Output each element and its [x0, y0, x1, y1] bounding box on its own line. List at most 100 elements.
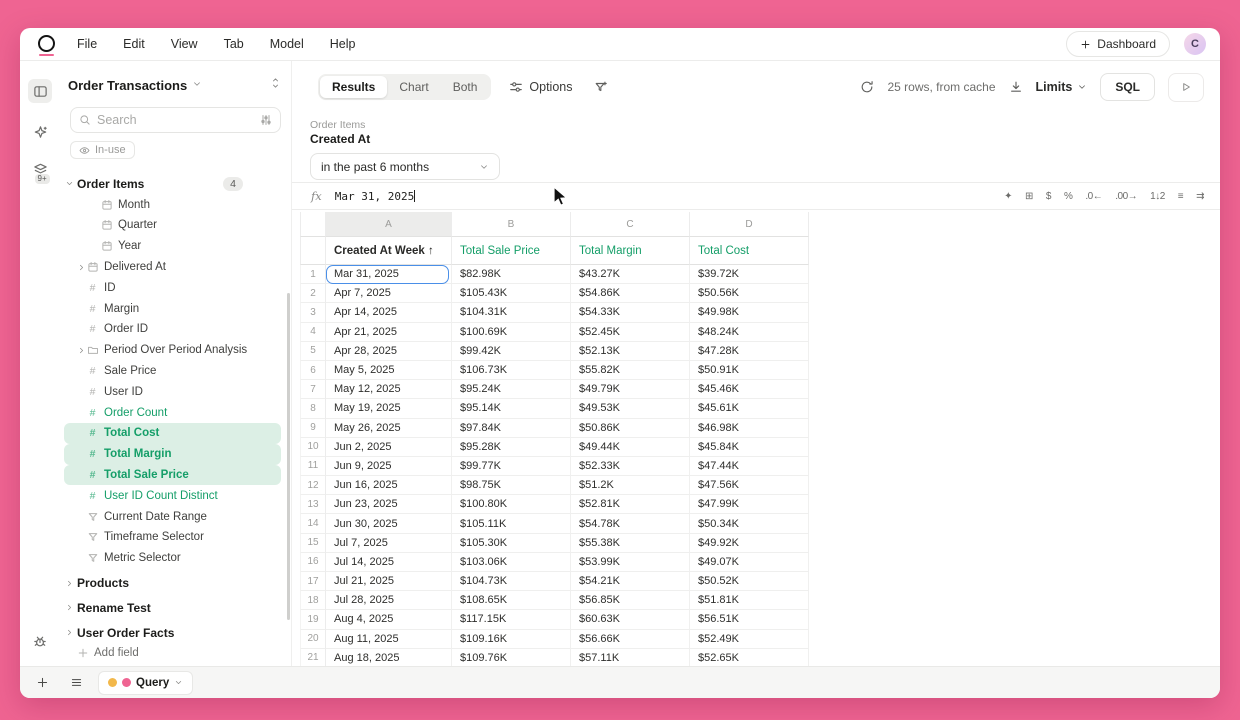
table-cell[interactable]: $45.46K	[690, 380, 809, 399]
table-cell[interactable]: $105.43K	[452, 284, 571, 303]
corner-cell[interactable]	[300, 212, 326, 237]
menu-item-tab[interactable]: Tab	[224, 37, 244, 51]
table-cell[interactable]: $95.14K	[452, 399, 571, 418]
table-cell[interactable]: $50.86K	[571, 419, 690, 438]
download-icon[interactable]	[1009, 80, 1023, 94]
table-cell[interactable]: Jun 30, 2025	[326, 514, 452, 533]
table-cell[interactable]: $109.16K	[452, 630, 571, 649]
row-number[interactable]: 6	[300, 361, 326, 380]
table-cell[interactable]: Jun 2, 2025	[326, 438, 452, 457]
column-letter-B[interactable]: B	[452, 212, 571, 237]
collapse-expand-icon[interactable]	[270, 76, 281, 95]
layers-icon[interactable]: 9+	[33, 162, 48, 177]
table-cell[interactable]: $47.28K	[690, 342, 809, 361]
topic-dropdown-icon[interactable]	[192, 76, 202, 94]
row-number[interactable]: 4	[300, 323, 326, 342]
table-cell[interactable]: Apr 14, 2025	[326, 303, 452, 322]
sidebar-field-order-id[interactable]: #Order ID	[64, 319, 281, 340]
table-cell[interactable]: $39.72K	[690, 265, 809, 284]
table-cell[interactable]: $117.15K	[452, 610, 571, 629]
table-cell[interactable]: $98.75K	[452, 476, 571, 495]
row-number[interactable]: 8	[300, 399, 326, 418]
table-cell[interactable]: $50.52K	[690, 572, 809, 591]
table-cell[interactable]: $49.53K	[571, 399, 690, 418]
chevron-right-icon[interactable]	[64, 603, 74, 612]
sidebar-field-current-date-range[interactable]: Current Date Range	[64, 506, 281, 527]
menu-item-model[interactable]: Model	[270, 37, 304, 51]
increase-decimal-icon[interactable]: .00→	[1115, 191, 1137, 202]
sidebar-field-total-margin[interactable]: #Total Margin	[64, 444, 281, 465]
table-cell[interactable]: $106.73K	[452, 361, 571, 380]
table-cell[interactable]: Jun 23, 2025	[326, 495, 452, 514]
row-number[interactable]: 1	[300, 265, 326, 284]
table-cell[interactable]: $52.13K	[571, 342, 690, 361]
row-number[interactable]: 5	[300, 342, 326, 361]
table-cell[interactable]: $100.80K	[452, 495, 571, 514]
table-cell[interactable]: $51.81K	[690, 591, 809, 610]
sidebar-field-delivered-at[interactable]: Delivered At	[64, 257, 281, 278]
table-cell[interactable]: $45.84K	[690, 438, 809, 457]
row-number[interactable]: 7	[300, 380, 326, 399]
table-cell[interactable]: Apr 21, 2025	[326, 323, 452, 342]
search-filter-icon[interactable]	[260, 114, 272, 126]
table-cell[interactable]: May 26, 2025	[326, 419, 452, 438]
table-cell[interactable]: $54.21K	[571, 572, 690, 591]
ai-assistant-icon[interactable]	[33, 125, 48, 140]
sidebar-field-period-over-period-analysis[interactable]: Period Over Period Analysis	[64, 340, 281, 361]
options-button[interactable]: Options	[509, 80, 572, 94]
percent-format-icon[interactable]: %	[1064, 191, 1072, 202]
sort-123-icon[interactable]: 1↓2	[1150, 191, 1165, 202]
filter-value-select[interactable]: in the past 6 months	[310, 153, 500, 180]
table-cell[interactable]: $47.99K	[690, 495, 809, 514]
tab-results[interactable]: Results	[320, 76, 387, 98]
sidebar-field-sale-price[interactable]: #Sale Price	[64, 361, 281, 382]
table-cell[interactable]: $97.84K	[452, 419, 571, 438]
formula-value[interactable]: Mar 31, 2025	[335, 190, 414, 203]
add-dashboard-button[interactable]: Dashboard	[1066, 31, 1170, 57]
row-number[interactable]: 17	[300, 572, 326, 591]
table-cell[interactable]: Apr 7, 2025	[326, 284, 452, 303]
ai-sparkle-icon[interactable]: ✦	[1004, 191, 1012, 202]
table-cell[interactable]: $55.38K	[571, 534, 690, 553]
table-cell[interactable]: $105.30K	[452, 534, 571, 553]
sidebar-group-order-items[interactable]: Order Items4	[64, 174, 281, 195]
row-number[interactable]: 15	[300, 534, 326, 553]
sql-button[interactable]: SQL	[1100, 73, 1155, 101]
menu-item-edit[interactable]: Edit	[123, 37, 145, 51]
sidebar-scrollbar[interactable]	[287, 293, 290, 620]
chevron-right-icon[interactable]	[76, 263, 86, 272]
table-cell[interactable]: Mar 31, 2025	[326, 265, 452, 284]
sidebar-field-total-sale-price[interactable]: #Total Sale Price	[64, 465, 281, 486]
table-cell[interactable]: $51.2K	[571, 476, 690, 495]
app-logo-icon[interactable]	[38, 35, 57, 54]
row-number[interactable]: 12	[300, 476, 326, 495]
table-cell[interactable]: Jul 28, 2025	[326, 591, 452, 610]
table-cell[interactable]: $54.78K	[571, 514, 690, 533]
sidebar-field-month[interactable]: Month	[64, 194, 281, 215]
run-query-button[interactable]	[1168, 73, 1204, 102]
user-avatar[interactable]: C	[1184, 33, 1206, 55]
row-number[interactable]: 13	[300, 495, 326, 514]
table-cell[interactable]: May 5, 2025	[326, 361, 452, 380]
table-cell[interactable]: $49.79K	[571, 380, 690, 399]
refresh-icon[interactable]	[860, 80, 874, 94]
row-number[interactable]: 2	[300, 284, 326, 303]
table-cell[interactable]: Jun 9, 2025	[326, 457, 452, 476]
table-cell[interactable]: $50.91K	[690, 361, 809, 380]
table-cell[interactable]: $52.33K	[571, 457, 690, 476]
table-cell[interactable]: Jul 7, 2025	[326, 534, 452, 553]
add-field-button[interactable]: Add field	[64, 643, 281, 664]
table-cell[interactable]: Apr 28, 2025	[326, 342, 452, 361]
wrap-text-icon[interactable]: ⇉	[1196, 191, 1204, 202]
table-cell[interactable]: Aug 11, 2025	[326, 630, 452, 649]
sidebar-field-metric-selector[interactable]: Metric Selector	[64, 548, 281, 569]
add-filter-icon[interactable]	[594, 80, 608, 94]
table-cell[interactable]: $103.06K	[452, 553, 571, 572]
toggle-sidebar-icon[interactable]	[28, 79, 52, 103]
menu-item-help[interactable]: Help	[330, 37, 356, 51]
tab-chart[interactable]: Chart	[387, 76, 440, 98]
table-cell[interactable]: $49.92K	[690, 534, 809, 553]
table-cell[interactable]: $95.24K	[452, 380, 571, 399]
sidebar-field-quarter[interactable]: Quarter	[64, 215, 281, 236]
table-cell[interactable]: May 19, 2025	[326, 399, 452, 418]
